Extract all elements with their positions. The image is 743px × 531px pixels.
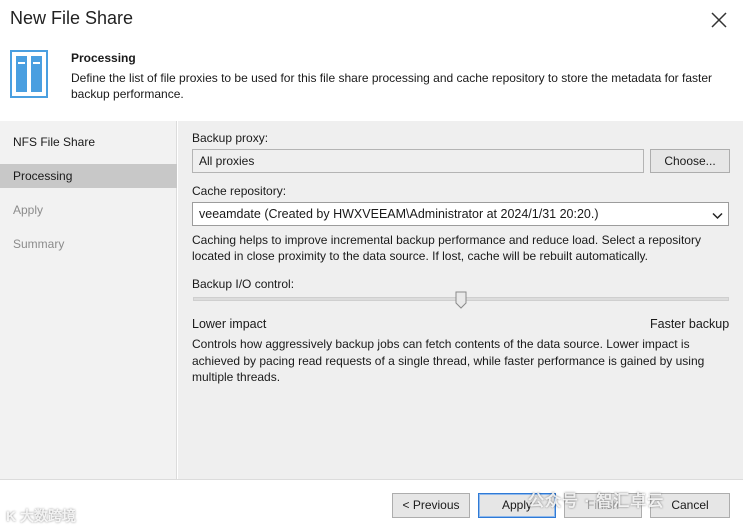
file-share-icon <box>10 50 48 98</box>
watermark-left: K 大数跨境 <box>6 508 76 524</box>
cache-repository-label: Cache repository: <box>192 184 287 198</box>
wizard-sidebar: NFS File Share Processing Apply Summary <box>0 121 177 479</box>
io-control-note: Controls how aggressively backup jobs ca… <box>192 337 705 384</box>
backup-proxy-field[interactable]: All proxies <box>192 149 644 173</box>
window-title: New File Share <box>10 8 134 28</box>
previous-button[interactable]: < Previous <box>392 493 470 518</box>
step-description: Define the list of file proxies to be us… <box>71 71 713 101</box>
choose-button[interactable]: Choose... <box>650 149 730 173</box>
footer-divider <box>0 479 743 480</box>
sidebar-item-summary: Summary <box>13 237 65 251</box>
sidebar-item-apply: Apply <box>13 203 44 217</box>
chevron-down-icon[interactable] <box>712 209 723 220</box>
io-control-slider-thumb[interactable] <box>455 291 467 309</box>
close-icon[interactable] <box>706 7 732 33</box>
backup-proxy-label: Backup proxy: <box>192 131 269 145</box>
watermark-right: 公众号 · 智汇卓云 <box>528 493 665 510</box>
step-title: Processing <box>71 51 136 65</box>
lower-impact-label: Lower impact <box>192 317 267 331</box>
cache-note: Caching helps to improve incremental bac… <box>192 233 701 263</box>
faster-backup-label: Faster backup <box>650 317 730 331</box>
sidebar-item-nfs-file-share[interactable]: NFS File Share <box>0 130 177 154</box>
sidebar-item-processing[interactable]: Processing <box>0 164 177 188</box>
cache-repository-select[interactable]: veeamdate (Created by HWXVEEAM\Administr… <box>192 202 729 226</box>
io-control-label: Backup I/O control: <box>192 277 295 291</box>
